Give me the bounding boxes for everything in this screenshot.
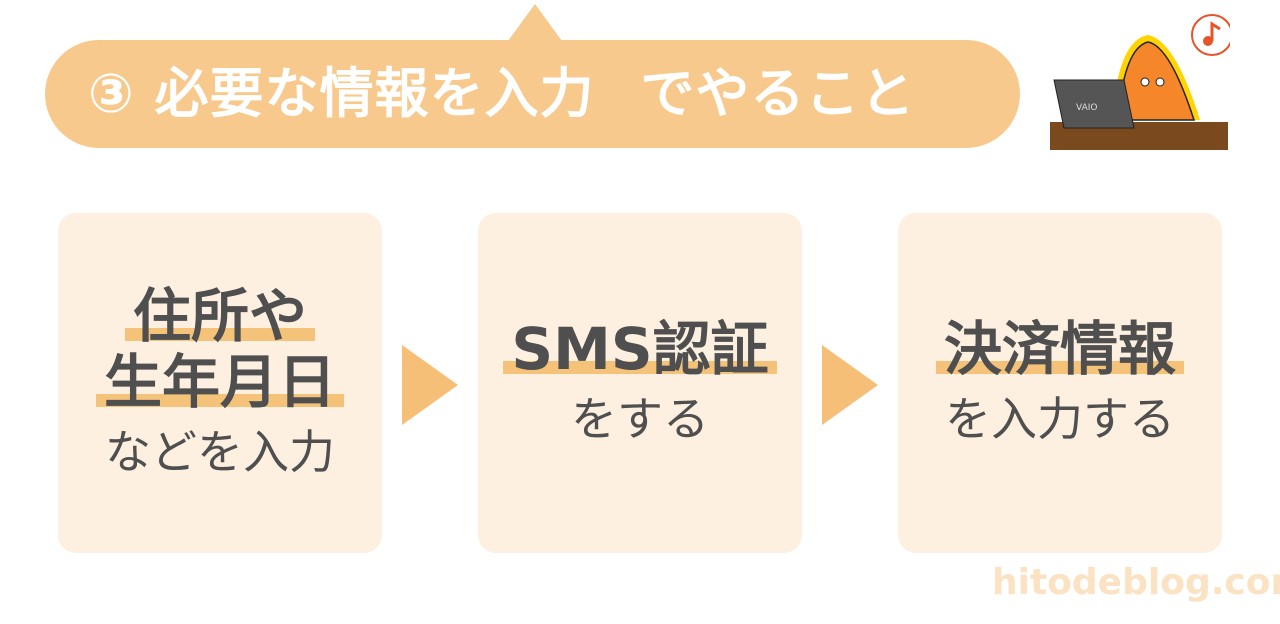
step-heading: 生年月日 [95,349,344,415]
laptop-logo: VAIO [1076,103,1097,113]
step-heading: 決済情報 [935,316,1184,382]
page-title: ③ 必要な情報を入力 でやること [88,40,915,148]
step-card-payment: 決済情報 を入力する [898,213,1222,553]
step-heading: SMS認証 [503,316,777,382]
music-note-icon [1191,14,1230,56]
mascot-illustration: VAIO [1050,14,1230,150]
step-subtext: をする [571,392,709,446]
title-suffix: でやること [640,62,916,125]
step-card-address: 住所や 生年月日 などを入力 [58,213,382,553]
arrow-right-icon [402,345,458,425]
step-subtext: などを入力 [105,425,335,479]
step-heading: 住所や [124,283,315,349]
arrow-right-icon [822,345,878,425]
watermark: hitodeblog.com [992,562,1280,603]
title-main: 必要な情報を入力 [154,62,595,125]
step-card-sms: SMS認証 をする [478,213,802,553]
step-subtext: を入力する [945,392,1175,446]
step-number: ③ [88,62,135,125]
header-pointer [508,4,562,41]
